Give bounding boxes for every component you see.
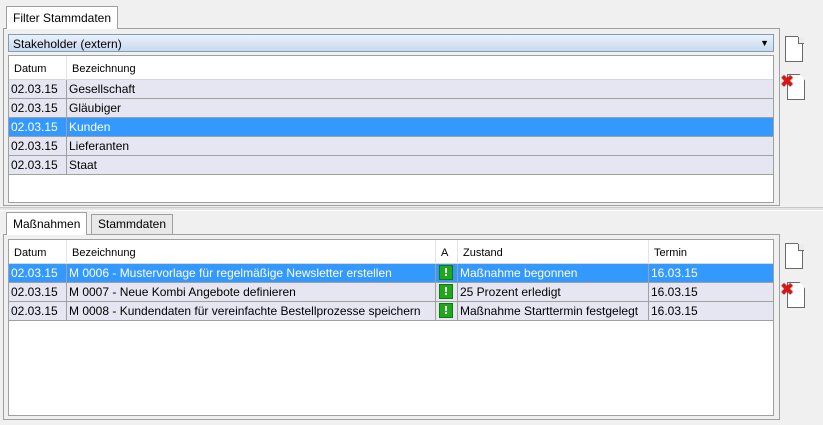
chevron-down-icon[interactable]: ▼ [760,38,769,48]
delete-x-icon: ✖ [780,280,795,300]
cell-zustand: 25 Prozent erledigt [458,283,649,301]
cell-zustand: Maßnahme begonnen [458,264,649,282]
cell-bezeichnung: Gesellschaft [69,82,136,96]
table-row[interactable]: 02.03.15 Gesellschaft [9,80,773,99]
column-header-datum[interactable]: Datum [9,56,67,80]
cell-bezeichnung: Gläubiger [69,101,122,115]
splitter[interactable] [0,207,823,211]
cell-datum: 02.03.15 [9,264,67,282]
column-header-a[interactable]: A [436,240,458,264]
table-row[interactable]: 02.03.15 Kunden [9,118,773,137]
cell-termin: 16.03.15 [651,285,698,299]
table-row[interactable]: 02.03.15 M 0007 - Neue Kombi Angebote def… [9,283,773,302]
page-fold [798,244,804,251]
cell-datum: 02.03.15 [9,156,67,174]
green-exclamation-icon: ! [439,303,453,318]
cell-zustand: Maßnahme Starttermin festgelegt [458,302,649,320]
cell-termin: 16.03.15 [651,304,698,318]
column-header-termin[interactable]: Termin [649,240,773,264]
table-row[interactable]: 02.03.15 Gläubiger [9,99,773,118]
select-value: Stakeholder (extern) [13,37,122,51]
table-row[interactable]: 02.03.15 M 0008 - Kundendaten für vereinf… [9,302,773,321]
cell-datum: 02.03.15 [9,302,67,320]
page-fold [798,37,804,44]
table-header: Datum Bezeichnung [9,56,773,80]
tab-massnahmen[interactable]: Maßnahmen [6,212,88,235]
table-row[interactable]: 02.03.15 M 0006 - Mustervorlage für regel… [9,264,773,283]
cell-bezeichnung: Kunden [69,120,111,134]
delete-massnahme-button[interactable]: ✖ [780,280,806,312]
cell-datum: 02.03.15 [9,99,67,117]
new-stammdaten-button[interactable] [783,34,809,66]
table-header: Datum Bezeichnung A Zustand Termin [9,240,773,264]
tab-label: Stammdaten [98,217,167,231]
tab-label: Filter Stammdaten [13,11,112,25]
tab-stammdaten[interactable]: Stammdaten [91,214,174,234]
cell-bezeichnung: Lieferanten [69,139,130,153]
table-row[interactable]: 02.03.15 Staat [9,156,773,175]
cell-a: ! [436,302,458,320]
tab-filter-stammdaten[interactable]: Filter Stammdaten [6,6,119,29]
stakeholder-select[interactable]: Stakeholder (extern) ▼ [8,34,774,52]
green-exclamation-icon: ! [439,284,453,299]
table-row[interactable]: 02.03.15 Lieferanten [9,137,773,156]
table-body: 02.03.15 M 0006 - Mustervorlage für regel… [9,264,773,321]
stammdaten-table: Datum Bezeichnung 02.03.15 Gesellschaft 02… [8,55,774,203]
column-header-datum[interactable]: Datum [9,240,67,264]
cell-a: ! [436,264,458,282]
tab-label: Maßnahmen [13,217,81,231]
cell-datum: 02.03.15 [9,283,67,301]
new-massnahme-button[interactable] [783,241,809,273]
green-exclamation-icon: ! [439,265,453,280]
cell-a: ! [436,283,458,301]
cell-termin: 16.03.15 [651,266,698,280]
delete-x-icon: ✖ [780,72,795,92]
cell-bezeichnung: Staat [69,158,98,172]
column-header-bezeichnung[interactable]: Bezeichnung [67,240,436,264]
column-header-zustand[interactable]: Zustand [458,240,649,264]
cell-datum: 02.03.15 [9,118,67,136]
cell-bezeichnung: M 0007 - Neue Kombi Angebote definieren [67,283,436,301]
cell-datum: 02.03.15 [9,137,67,155]
massnahmen-table: Datum Bezeichnung A Zustand Termin 02.03… [8,239,774,416]
delete-stammdaten-button[interactable]: ✖ [780,72,806,104]
cell-bezeichnung: M 0008 - Kundendaten für vereinfachte Be… [67,302,436,320]
table-body: 02.03.15 Gesellschaft 02.03.15 Gläubiger 02.… [9,80,773,175]
cell-datum: 02.03.15 [9,80,67,98]
column-header-bezeichnung[interactable]: Bezeichnung [67,56,773,80]
cell-bezeichnung: M 0006 - Mustervorlage für regelmäßige N… [67,264,436,282]
